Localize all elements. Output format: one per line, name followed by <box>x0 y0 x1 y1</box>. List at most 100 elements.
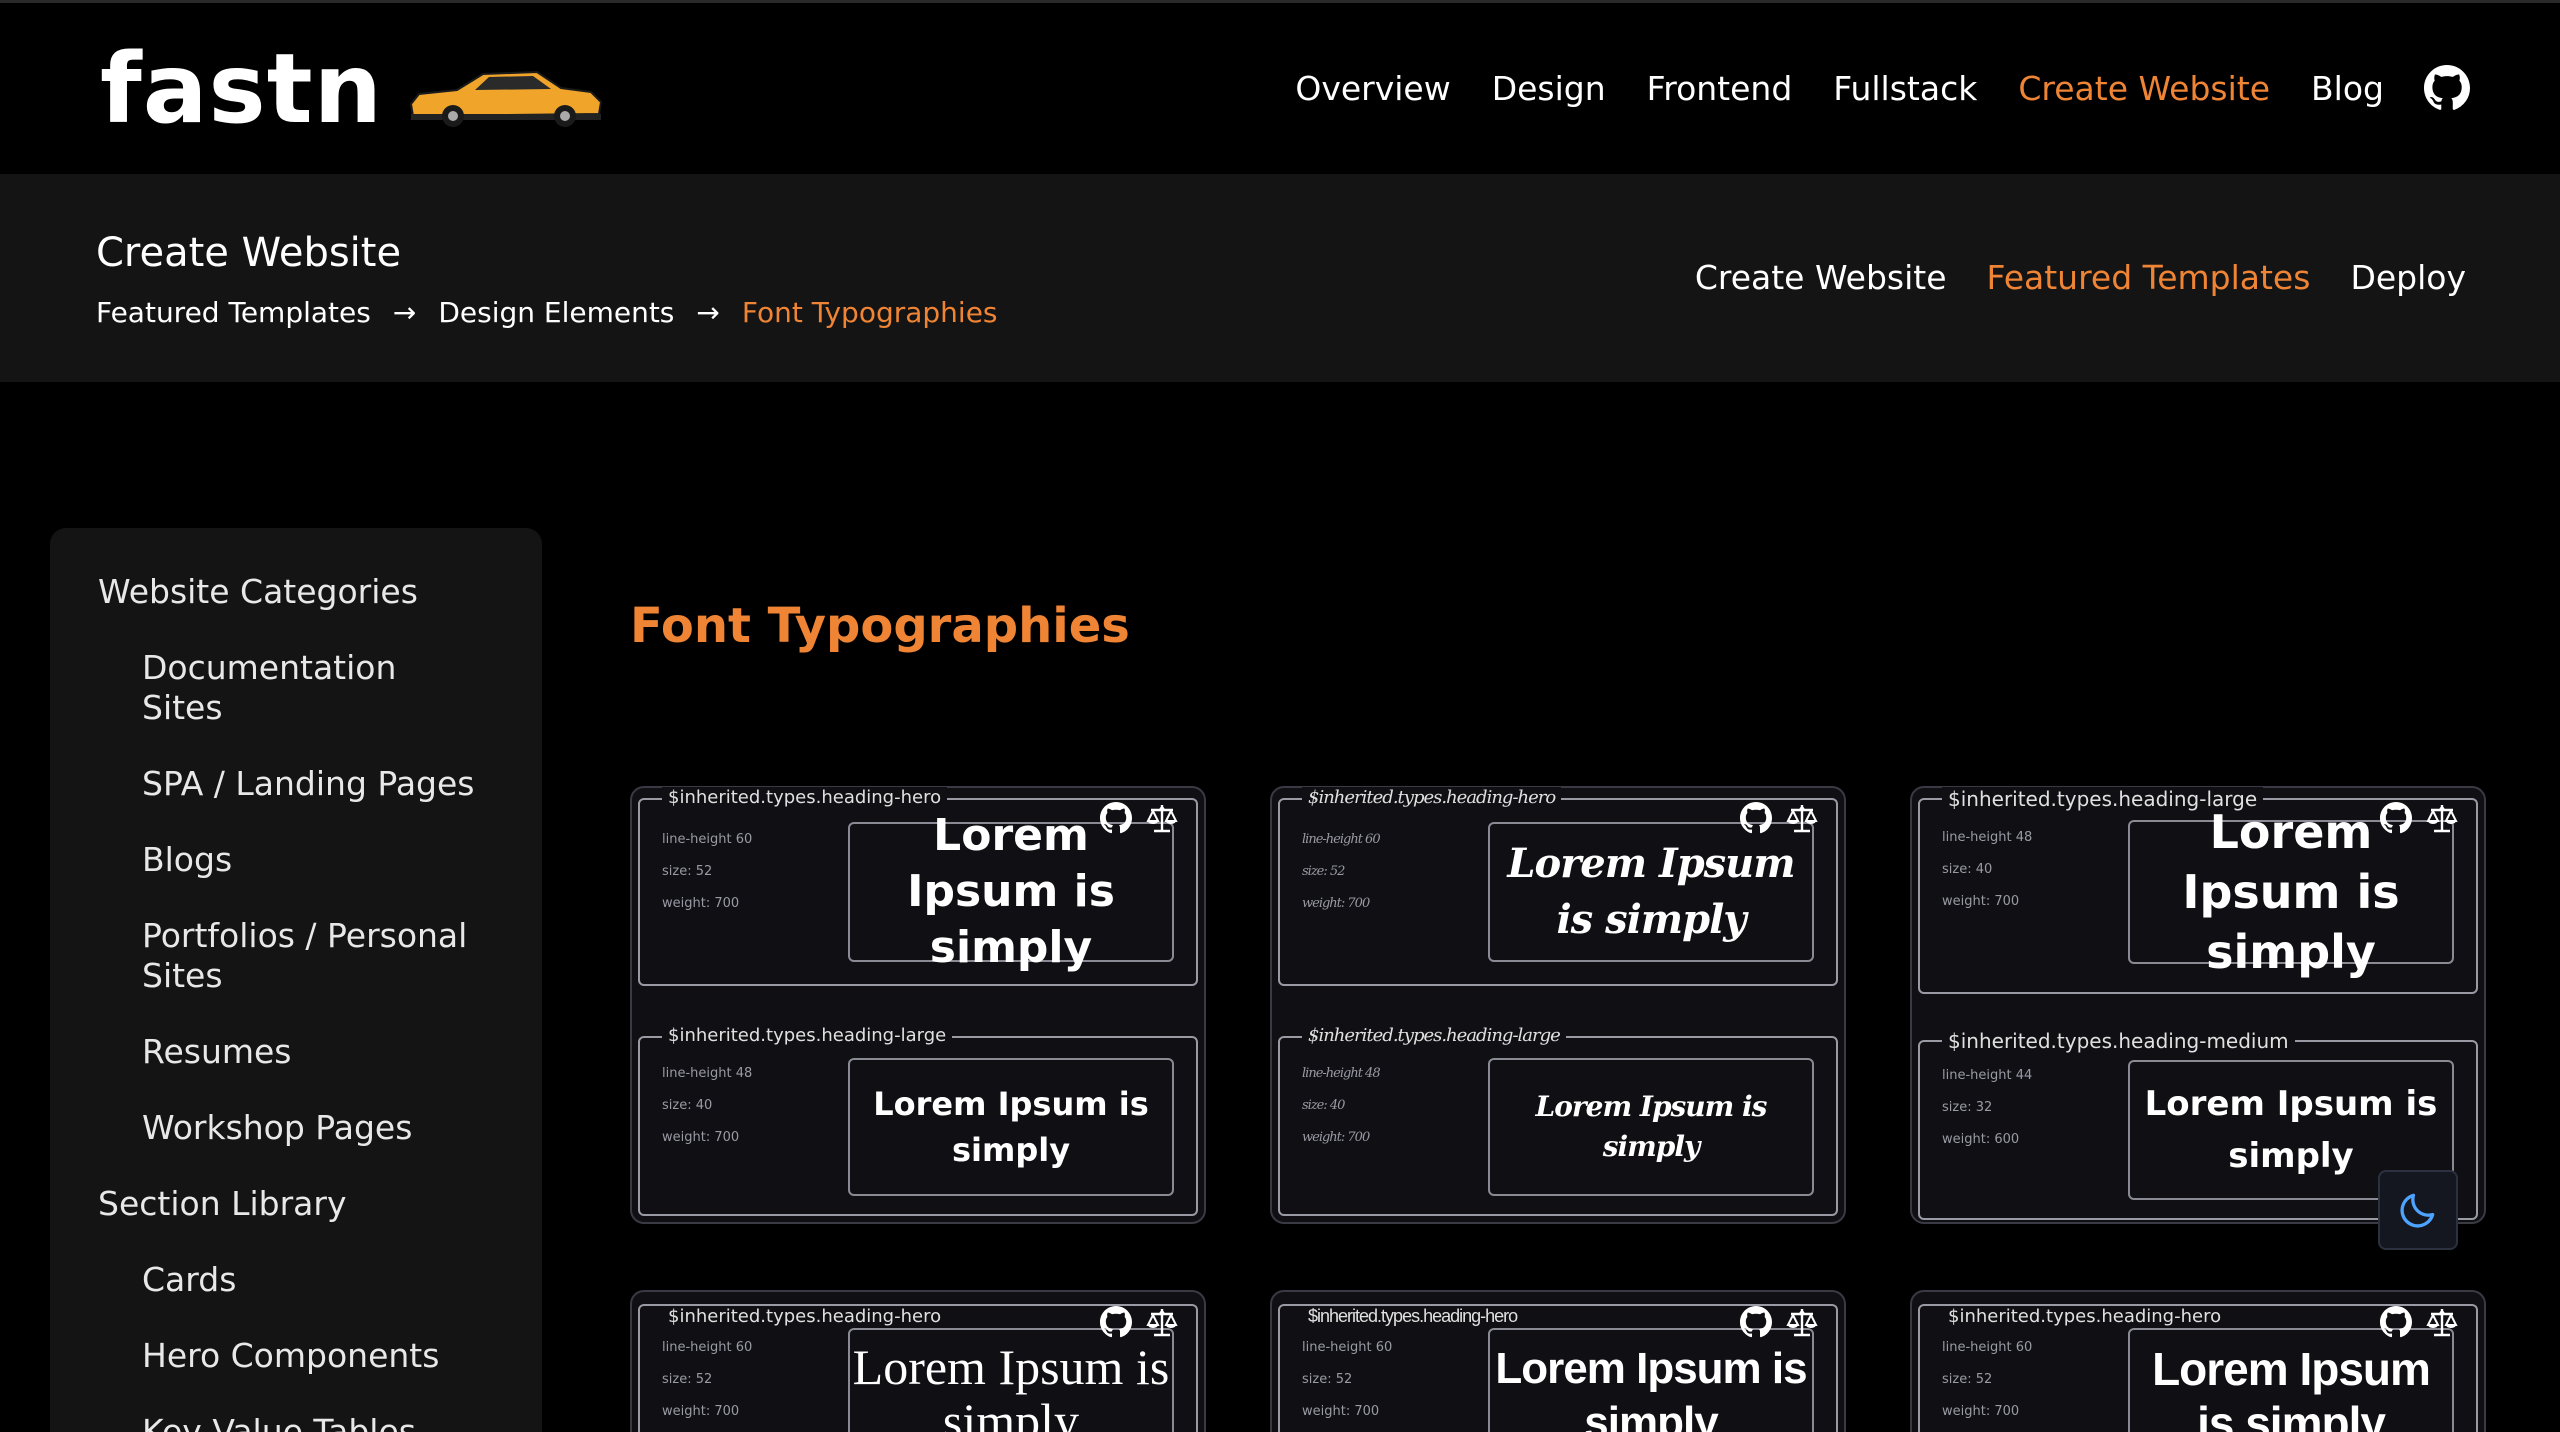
type-token-label: $inherited.types.heading-hero <box>662 1306 948 1327</box>
github-icon[interactable] <box>1100 1306 1132 1338</box>
type-preview: Lorem Ipsum is simply <box>848 810 1174 973</box>
line-height-value: line-height 60 <box>1942 1340 2033 1355</box>
nav-design[interactable]: Design <box>1492 69 1606 108</box>
size-value: size: 40 <box>1302 1098 1345 1113</box>
type-preview: Lorem Ipsum is simply <box>2128 1328 2454 1432</box>
size-value: size: 52 <box>1942 1372 1993 1387</box>
github-icon[interactable] <box>2380 802 2412 834</box>
moon-icon <box>2400 1193 2435 1228</box>
weight-value: weight: 700 <box>662 1404 740 1419</box>
line-height-value: line-height 60 <box>1302 1340 1393 1355</box>
github-icon[interactable] <box>1740 802 1772 834</box>
weight-value: weight: 600 <box>1942 1132 2020 1147</box>
section-nav: Create Website Featured Templates Deploy <box>1655 258 2466 297</box>
nav-frontend[interactable]: Frontend <box>1647 69 1793 108</box>
sidebar-item-portfolios[interactable]: Portfolios / Personal Sites <box>50 916 542 996</box>
breadcrumb-design-elements[interactable]: Design Elements <box>438 296 674 329</box>
sidebar: Website Categories Documentation Sites S… <box>50 528 542 1432</box>
weight-value: weight: 700 <box>1302 1130 1370 1145</box>
subnav-featured-templates[interactable]: Featured Templates <box>1987 258 2311 297</box>
weight-value: weight: 700 <box>1942 1404 2020 1419</box>
size-value: size: 40 <box>1942 862 1993 877</box>
page-title: Font Typographies <box>630 598 1130 654</box>
card-actions <box>1086 802 1178 834</box>
template-card[interactable]: $inherited.types.heading-hero line-heigh… <box>630 786 1206 1224</box>
github-icon[interactable] <box>1740 1306 1772 1338</box>
scale-icon[interactable] <box>2426 802 2458 834</box>
template-card[interactable]: $inherited.types.heading-hero line-heigh… <box>1910 1290 2486 1432</box>
type-token-label: $inherited.types.heading-hero <box>1302 787 1562 808</box>
line-height-value: line-height 60 <box>662 832 753 847</box>
weight-value: weight: 700 <box>662 1130 740 1145</box>
breadcrumb-font-typographies[interactable]: Font Typographies <box>742 296 998 329</box>
scale-icon[interactable] <box>1146 802 1178 834</box>
typography-panel: $inherited.types.heading-large line-heig… <box>638 1025 1198 1216</box>
size-value: size: 52 <box>1302 1372 1353 1387</box>
nav-fullstack[interactable]: Fullstack <box>1833 69 1977 108</box>
size-value: size: 52 <box>1302 864 1345 879</box>
scale-icon[interactable] <box>1786 1306 1818 1338</box>
line-height-value: line-height 48 <box>1302 1066 1381 1081</box>
scale-icon[interactable] <box>1786 802 1818 834</box>
sidebar-item-blogs[interactable]: Blogs <box>50 840 542 880</box>
sidebar-item-resumes[interactable]: Resumes <box>50 1032 542 1072</box>
line-height-value: line-height 44 <box>1942 1068 2033 1083</box>
arrow-right-icon: → <box>696 296 720 329</box>
github-icon[interactable] <box>2380 1306 2412 1338</box>
type-preview: Lorem Ipsum is simply <box>1488 1328 1814 1432</box>
card-actions <box>2366 802 2458 834</box>
sidebar-item-workshop-pages[interactable]: Workshop Pages <box>50 1108 542 1148</box>
logo-text: fastn <box>100 33 383 145</box>
sidebar-item-website-categories[interactable]: Website Categories <box>50 572 542 612</box>
scale-icon[interactable] <box>1146 1306 1178 1338</box>
nav-overview[interactable]: Overview <box>1295 69 1450 108</box>
template-card[interactable]: $inherited.types.heading-hero line-heigh… <box>1270 786 1846 1224</box>
size-value: size: 32 <box>1942 1100 1993 1115</box>
nav-create-website[interactable]: Create Website <box>2018 69 2270 108</box>
nav-blog[interactable]: Blog <box>2311 69 2384 108</box>
github-icon[interactable] <box>2424 65 2470 111</box>
typography-panel: $inherited.types.heading-large line-heig… <box>1278 1025 1838 1216</box>
type-token-label: $inherited.types.heading-hero <box>662 787 948 808</box>
subnav-deploy[interactable]: Deploy <box>2350 258 2466 297</box>
card-actions <box>1726 1306 1818 1338</box>
card-actions <box>1726 802 1818 834</box>
sidebar-item-hero-components[interactable]: Hero Components <box>50 1336 542 1376</box>
arrow-right-icon: → <box>392 296 417 329</box>
scale-icon[interactable] <box>2426 1306 2458 1338</box>
weight-value: weight: 700 <box>1942 894 2020 909</box>
section-title: Create Website <box>96 230 402 276</box>
logo[interactable]: fastn <box>100 41 605 137</box>
type-token-label: $inherited.types.heading-hero <box>1302 1306 1524 1327</box>
template-card[interactable]: $inherited.types.heading-hero line-heigh… <box>1270 1290 1846 1432</box>
template-card[interactable]: $inherited.types.heading-large line-heig… <box>1910 786 2486 1224</box>
sidebar-item-cards[interactable]: Cards <box>50 1260 542 1300</box>
type-preview: Lorem Ipsum is simply <box>848 1058 1174 1196</box>
section-header: Create Website Featured Templates → Desi… <box>0 174 2560 382</box>
size-value: size: 52 <box>662 1372 713 1387</box>
car-logo-icon <box>409 70 602 127</box>
line-height-value: line-height 60 <box>1302 832 1381 847</box>
sidebar-item-spa-landing-pages[interactable]: SPA / Landing Pages <box>50 764 542 804</box>
type-preview: Lorem Ipsum is simply <box>1488 1058 1814 1196</box>
weight-value: weight: 700 <box>662 896 740 911</box>
template-card[interactable]: $inherited.types.heading-hero line-heigh… <box>630 1290 1206 1432</box>
sidebar-item-documentation-sites[interactable]: Documentation Sites <box>50 648 542 728</box>
weight-value: weight: 700 <box>1302 896 1370 911</box>
sidebar-item-key-value-tables[interactable]: Key Value Tables <box>50 1412 542 1432</box>
breadcrumb: Featured Templates → Design Elements → F… <box>96 296 998 329</box>
github-icon[interactable] <box>1100 802 1132 834</box>
sidebar-item-section-library[interactable]: Section Library <box>50 1184 542 1224</box>
card-actions <box>2366 1306 2458 1338</box>
line-height-value: line-height 60 <box>662 1340 753 1355</box>
theme-toggle-button[interactable] <box>2378 1170 2458 1250</box>
breadcrumb-featured-templates[interactable]: Featured Templates <box>96 296 371 329</box>
type-preview: Lorem Ipsum is simply <box>848 1328 1174 1432</box>
type-token-label: $inherited.types.heading-large <box>1302 1025 1566 1046</box>
size-value: size: 40 <box>662 1098 713 1113</box>
card-actions <box>1086 1306 1178 1338</box>
weight-value: weight: 700 <box>1302 1404 1380 1419</box>
type-token-label: $inherited.types.heading-hero <box>1942 1306 2228 1327</box>
type-token-label: $inherited.types.heading-large <box>662 1025 953 1046</box>
subnav-create-website[interactable]: Create Website <box>1695 258 1947 297</box>
